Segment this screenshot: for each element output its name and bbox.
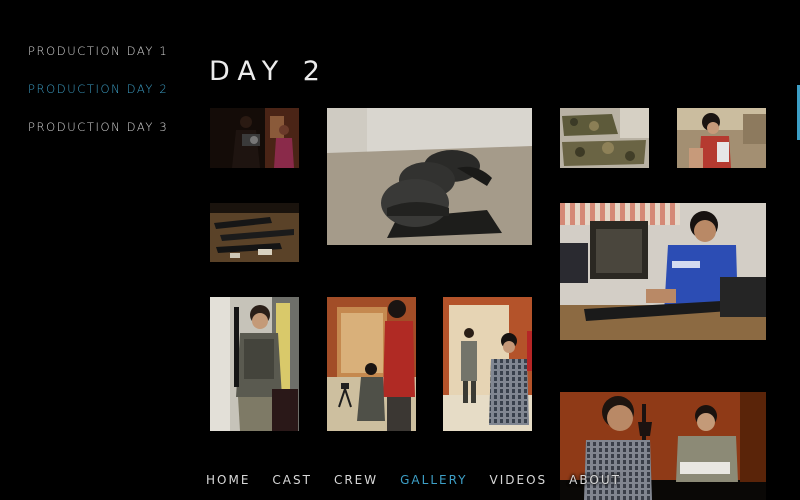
bottom-navigation: HOME CAST CREW GALLERY VIDEOS ABOUT <box>206 473 643 487</box>
day-menu-item-2[interactable]: PRODUCTION DAY 2 <box>28 82 168 120</box>
assembling-rifle-photo[interactable] <box>560 203 766 340</box>
prop-rifles-on-table-photo[interactable] <box>210 203 299 262</box>
helmets-on-floor-photo[interactable] <box>327 108 532 245</box>
girl-preparing-props-photo[interactable] <box>677 108 766 168</box>
page-title: DAY 2 <box>209 56 328 87</box>
production-day-menu: PRODUCTION DAY 1 PRODUCTION DAY 2 PRODUC… <box>28 44 168 158</box>
nav-crew[interactable]: CREW <box>334 473 378 487</box>
nav-home[interactable]: HOME <box>206 473 250 487</box>
nav-about[interactable]: ABOUT <box>569 473 621 487</box>
day-menu-item-1[interactable]: PRODUCTION DAY 1 <box>28 44 168 82</box>
nav-videos[interactable]: VIDEOS <box>490 473 548 487</box>
page: PRODUCTION DAY 1 PRODUCTION DAY 2 PRODUC… <box>0 0 800 500</box>
soldier-actor-photo[interactable] <box>210 297 299 431</box>
camera-operator-photo[interactable] <box>210 108 299 168</box>
crew-filming-photo[interactable] <box>327 297 416 431</box>
camouflage-gear-photo[interactable] <box>560 108 649 168</box>
nav-gallery[interactable]: GALLERY <box>400 473 467 487</box>
day-menu-item-3[interactable]: PRODUCTION DAY 3 <box>28 120 168 158</box>
nav-cast[interactable]: CAST <box>272 473 312 487</box>
actors-rehearsing-photo[interactable] <box>443 297 532 431</box>
